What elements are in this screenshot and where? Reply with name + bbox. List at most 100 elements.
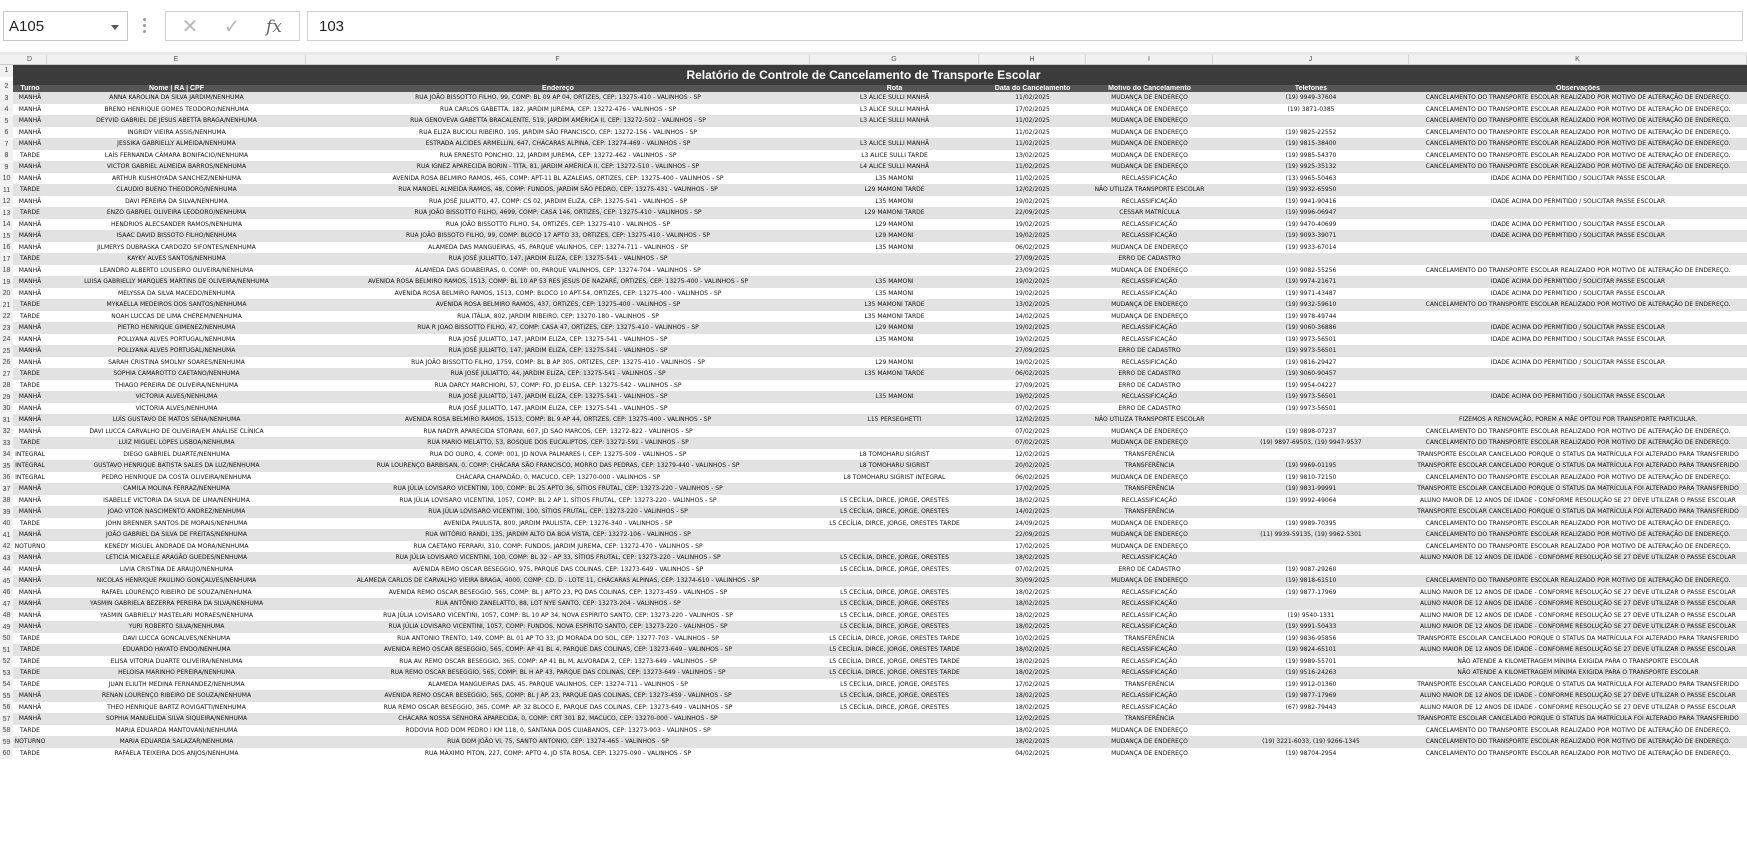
table-cell[interactable]: NÃO UTILIZA TRANSPORTE ESCOLAR — [1086, 414, 1213, 426]
table-cell[interactable]: CAMILA MOLINA FERRAZ/NENHUMA — [47, 483, 306, 495]
table-cell[interactable]: RECLASSIFICAÇÃO — [1086, 173, 1213, 185]
table-cell[interactable]: 13/02/2025 — [979, 299, 1086, 311]
row-number[interactable]: 33 — [0, 437, 13, 449]
table-cell[interactable]: L35 MAMONI TARDE — [810, 368, 979, 380]
table-cell[interactable]: 17/02/2025 — [979, 541, 1086, 553]
table-cell[interactable]: RUA JÚLIA LOVISARO VICENTINI, 100, COMP:… — [306, 483, 810, 495]
table-cell[interactable]: TARDE — [13, 518, 47, 530]
table-cell[interactable]: L3 ALICE SULLI MANHÃ — [810, 115, 979, 127]
table-cell[interactable]: 19/02/2025 — [979, 219, 1086, 231]
table-cell[interactable]: RECLASSIFICAÇÃO — [1086, 391, 1213, 403]
name-box[interactable]: A105 — [3, 11, 128, 41]
table-cell[interactable]: RECLASSIFICAÇÃO — [1086, 610, 1213, 622]
table-cell[interactable]: RECLASSIFICAÇÃO — [1086, 598, 1213, 610]
table-cell[interactable]: TRANSPORTE ESCOLAR CANCELADO PORQUE O ST… — [1409, 483, 1747, 495]
insert-function-icon[interactable]: fx — [256, 14, 292, 40]
table-cell[interactable]: (19) 9978-49744 — [1213, 311, 1409, 323]
table-cell[interactable]: (19) 9973-56501 — [1213, 345, 1409, 357]
table-cell[interactable]: MANHÃ — [13, 219, 47, 231]
table-cell[interactable]: RECLASSIFICAÇÃO — [1086, 196, 1213, 208]
table-cell[interactable]: MANHÃ — [13, 127, 47, 139]
table-cell[interactable]: TARDE — [13, 633, 47, 645]
table-cell[interactable]: RUA ERNESTO PONCHIO, 12, JARDIM JUREMA, … — [306, 150, 810, 162]
table-cell[interactable]: (19) 9516-24263 — [1213, 667, 1409, 679]
table-cell[interactable]: RUA JÚLIA LOVISARO VICENTINI, 1057, COMP… — [306, 621, 810, 633]
row-number[interactable]: 31 — [0, 414, 13, 426]
table-cell[interactable]: MUDANÇA DE ENDEREÇO — [1086, 115, 1213, 127]
table-cell[interactable] — [1213, 449, 1409, 461]
table-cell[interactable]: PIETRO HENRIQUE GIMENEZ/NENHUMA — [47, 322, 306, 334]
table-cell[interactable]: MANHÃ — [13, 345, 47, 357]
table-cell[interactable]: MANHÃ — [13, 690, 47, 702]
table-cell[interactable]: 07/02/2025 — [979, 403, 1086, 415]
table-cell[interactable] — [1409, 380, 1747, 392]
table-cell[interactable]: MUDANÇA DE ENDEREÇO — [1086, 299, 1213, 311]
table-cell[interactable]: RUA R JOAO BISSOTTO FILHO, 47, COMP: CAS… — [306, 322, 810, 334]
row-number[interactable]: 40 — [0, 518, 13, 529]
table-cell[interactable]: CANCELAMENTO DO TRANSPORTE ESCOLAR REALI… — [1409, 518, 1747, 530]
table-cell[interactable]: TARDE — [13, 380, 47, 392]
table-cell[interactable]: ALUNO MAIOR DE 12 ANOS DE IDADE - CONFOR… — [1409, 644, 1747, 656]
table-cell[interactable]: (19) 9825-22552 — [1213, 127, 1409, 139]
table-cell[interactable]: RAFAEL LOURENÇO RIBEIRO DE SOUZA/NENHUMA — [47, 587, 306, 599]
table-cell[interactable]: IDADE ACIMA DO PERMITIDO / SOLICITAR PAS… — [1409, 230, 1747, 242]
table-cell[interactable] — [1409, 564, 1747, 576]
table-cell[interactable]: AVENIDA ROSA BELMIRO RAMOS, 437, ORTIZES… — [306, 299, 810, 311]
table-cell[interactable]: L5 CECÍLIA, DIRCE, JORGE, ORESTES TARDE — [810, 656, 979, 668]
table-cell[interactable]: L3 ALICE SULLI MANHÃ — [810, 104, 979, 116]
table-cell[interactable] — [810, 713, 979, 725]
table-cell[interactable]: 11/02/2025 — [979, 127, 1086, 139]
table-cell[interactable]: RUA JÚLIA LOVISARO VICENTINI, 100, SÍTIO… — [306, 506, 810, 518]
table-cell[interactable]: ARTHUR KUSHIOYADA SANCHEZ/NENHUMA — [47, 173, 306, 185]
table-cell[interactable]: TARDE — [13, 184, 47, 196]
row-number[interactable]: 6 — [0, 127, 13, 138]
table-cell[interactable]: MANHÃ — [13, 506, 47, 518]
table-cell[interactable]: TRANSPORTE ESCOLAR CANCELADO PORQUE O ST… — [1409, 633, 1747, 645]
column-header-g[interactable]: G — [810, 55, 979, 64]
table-cell[interactable]: CANCELAMENTO DO TRANSPORTE ESCOLAR REALI… — [1409, 437, 1747, 449]
table-cell[interactable]: TARDE — [13, 725, 47, 737]
table-cell[interactable]: TRANSFERÊNCIA — [1086, 633, 1213, 645]
table-cell[interactable]: ALUNO MAIOR DE 12 ANOS DE IDADE - CONFOR… — [1409, 587, 1747, 599]
table-cell[interactable]: AVENIDA ROSA BELMIRO RAMOS, 1513, COMP: … — [306, 288, 810, 300]
table-cell[interactable]: LIVIA CRISTINA DE ARAUJO/NENHUMA — [47, 564, 306, 576]
table-cell[interactable]: TARDE — [13, 253, 47, 265]
table-cell[interactable]: (19) 9470-40699 — [1213, 219, 1409, 231]
table-cell[interactable]: NICOLAS HENRIQUE PAULINO GONÇALVES/NENHU… — [47, 575, 306, 587]
table-cell[interactable]: L35 MAMONI — [810, 196, 979, 208]
table-cell[interactable]: RODOVIA ROD DOM PEDRO I KM 118, 0, SANTA… — [306, 725, 810, 737]
row-number[interactable]: 13 — [0, 207, 13, 219]
table-cell[interactable]: (13) 9965-50463 — [1213, 173, 1409, 185]
table-cell[interactable]: MANHÃ — [13, 391, 47, 403]
column-header-i[interactable]: I — [1086, 55, 1213, 64]
table-cell[interactable] — [810, 345, 979, 357]
table-cell[interactable]: (19) 9060-90457 — [1213, 368, 1409, 380]
enter-icon[interactable]: ✓ — [214, 14, 250, 40]
header-cell[interactable]: Endereço — [306, 85, 810, 92]
table-cell[interactable]: TRANSFERÊNCIA — [1086, 483, 1213, 495]
table-cell[interactable]: RUA ANTONIO TRENTO, 149, COMP: BL 01 AP … — [306, 633, 810, 645]
header-cell[interactable]: Observações — [1409, 85, 1747, 92]
table-cell[interactable]: ANNA KAROLINA DA SILVA JARDIM/NENHUMA — [47, 92, 306, 104]
table-cell[interactable]: ALUNO MAIOR DE 12 ANOS DE IDADE - CONFOR… — [1409, 690, 1747, 702]
table-cell[interactable]: ALAMEDA DAS GOIABEIRAS, 0, COMP: 00, PAR… — [306, 265, 810, 277]
table-cell[interactable]: (19) 9954-04227 — [1213, 380, 1409, 392]
table-cell[interactable]: LUISA GABRIELLY MARQUES MARTINS DE OLIVE… — [47, 276, 306, 288]
table-cell[interactable]: MUDANÇA DE ENDEREÇO — [1086, 541, 1213, 553]
table-cell[interactable]: 11/02/2025 — [979, 173, 1086, 185]
table-cell[interactable]: (19) 9989-55701 — [1213, 656, 1409, 668]
table-cell[interactable]: MANHÃ — [13, 161, 47, 173]
table-cell[interactable]: RECLASSIFICAÇÃO — [1086, 495, 1213, 507]
table-cell[interactable]: CANCELAMENTO DO TRANSPORTE ESCOLAR REALI… — [1409, 115, 1747, 127]
formula-input[interactable]: 103 — [307, 11, 1743, 41]
table-cell[interactable]: RECLASSIFICAÇÃO — [1086, 667, 1213, 679]
table-cell[interactable]: (19) 9060-36886 — [1213, 322, 1409, 334]
table-cell[interactable]: AVENIDA REMO OSCAR BESEGGIO, 565, COMP: … — [306, 644, 810, 656]
table-cell[interactable] — [1409, 253, 1747, 265]
formula-value[interactable]: 103 — [319, 18, 344, 35]
row-number[interactable]: 45 — [0, 575, 13, 587]
table-cell[interactable]: LAÍS FERNANDA CÂMARA BONIFACIO/NENHUMA — [47, 150, 306, 162]
table-cell[interactable]: 18/02/2025 — [979, 587, 1086, 599]
row-number[interactable]: 29 — [0, 391, 13, 403]
table-cell[interactable]: RECLASSIFICAÇÃO — [1086, 230, 1213, 242]
